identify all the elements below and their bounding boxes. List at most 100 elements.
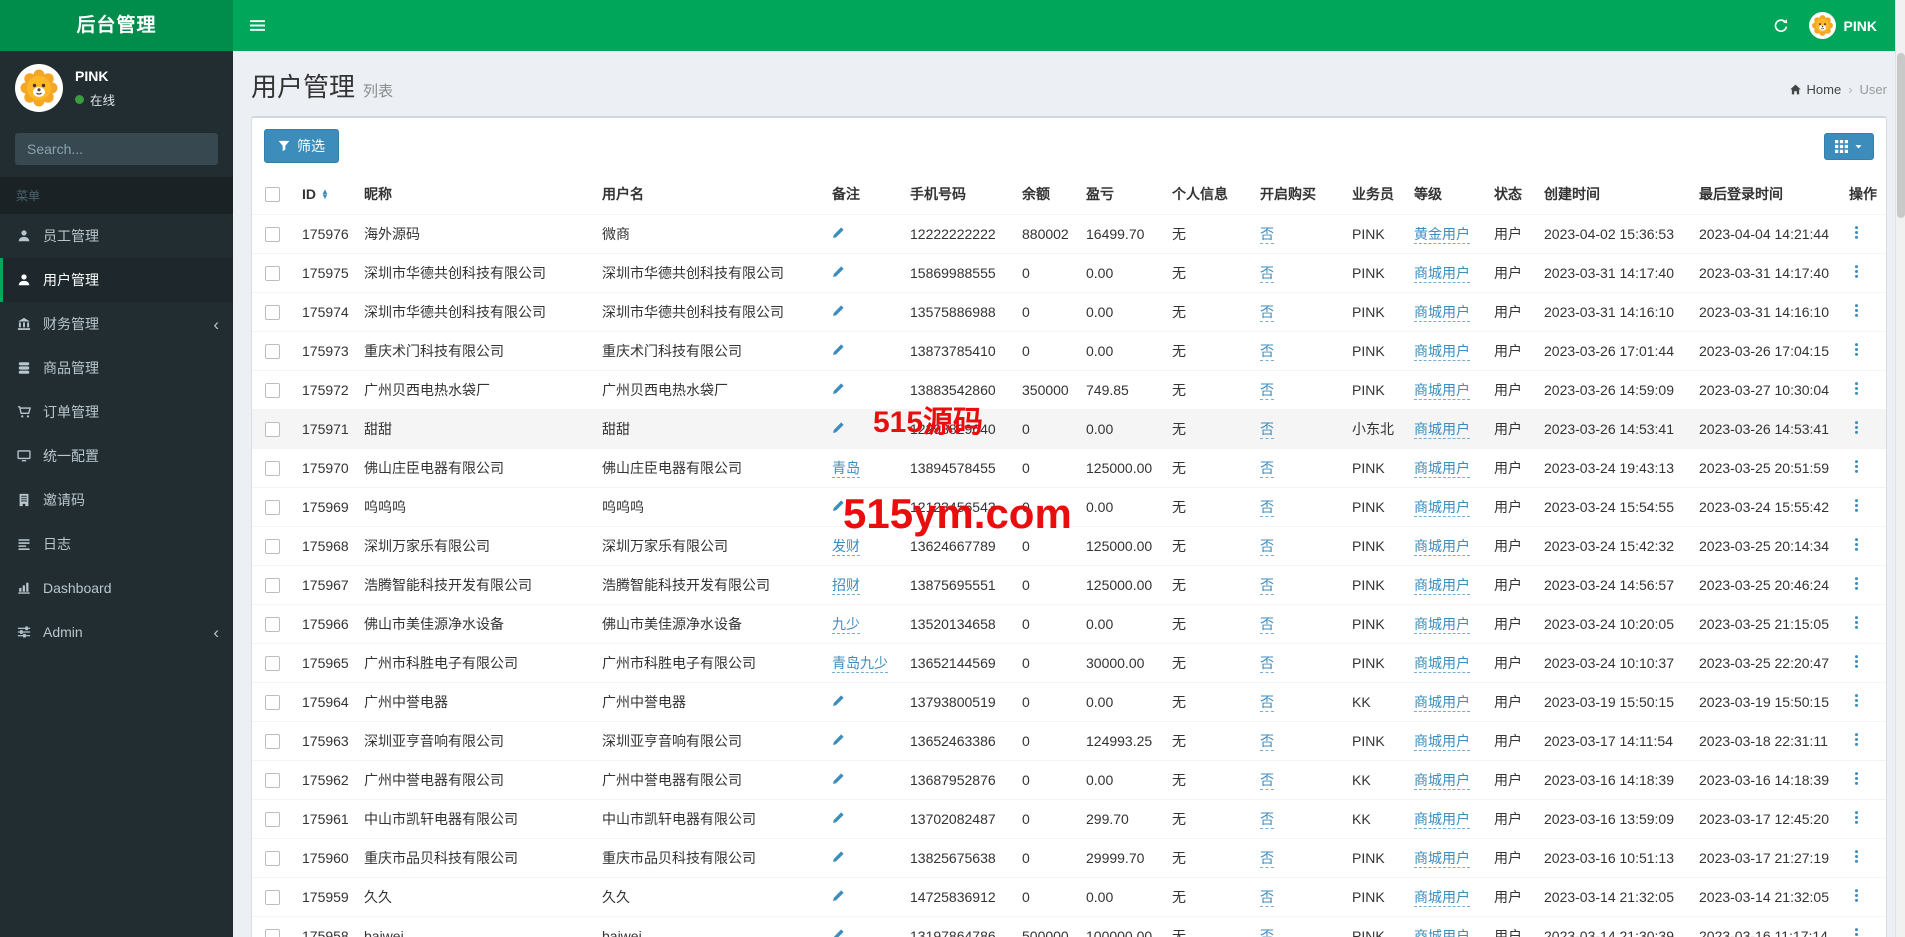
remark-link[interactable]: 青岛 <box>832 460 860 478</box>
row-checkbox[interactable] <box>265 266 280 282</box>
level-link[interactable]: 商城用户 <box>1414 616 1470 634</box>
row-checkbox[interactable] <box>265 578 280 594</box>
scrollbar-thumb[interactable] <box>1897 53 1905 218</box>
purchase-toggle-link[interactable]: 否 <box>1260 343 1274 361</box>
purchase-toggle-link[interactable]: 否 <box>1260 226 1274 244</box>
purchase-toggle-link[interactable]: 否 <box>1260 499 1274 517</box>
edit-pencil-icon[interactable] <box>832 772 845 785</box>
row-checkbox[interactable] <box>265 422 280 438</box>
row-checkbox[interactable] <box>265 695 280 711</box>
sidebar-item-日志[interactable]: 日志 <box>0 522 233 566</box>
actions-menu-icon[interactable] <box>1849 771 1864 786</box>
purchase-toggle-link[interactable]: 否 <box>1260 538 1274 556</box>
actions-menu-icon[interactable] <box>1849 381 1864 396</box>
level-link[interactable]: 商城用户 <box>1414 265 1470 283</box>
row-checkbox[interactable] <box>265 305 280 321</box>
edit-pencil-icon[interactable] <box>832 928 845 937</box>
level-link[interactable]: 商城用户 <box>1414 811 1470 829</box>
remark-link[interactable]: 青岛九少 <box>832 655 888 673</box>
edit-pencil-icon[interactable] <box>832 811 845 824</box>
edit-pencil-icon[interactable] <box>832 733 845 746</box>
sidebar-item-员工管理[interactable]: 员工管理 <box>0 214 233 258</box>
row-checkbox[interactable] <box>265 656 280 672</box>
level-link[interactable]: 商城用户 <box>1414 928 1470 937</box>
edit-pencil-icon[interactable] <box>832 850 845 863</box>
level-link[interactable]: 商城用户 <box>1414 538 1470 556</box>
sidebar-item-Dashboard[interactable]: Dashboard <box>0 566 233 610</box>
purchase-toggle-link[interactable]: 否 <box>1260 850 1274 868</box>
purchase-toggle-link[interactable]: 否 <box>1260 382 1274 400</box>
row-checkbox[interactable] <box>265 383 280 399</box>
user-menu[interactable]: PINK <box>1808 12 1877 39</box>
row-checkbox[interactable] <box>265 461 280 477</box>
edit-pencil-icon[interactable] <box>832 343 845 356</box>
row-checkbox[interactable] <box>265 929 280 937</box>
level-link[interactable]: 商城用户 <box>1414 889 1470 907</box>
actions-menu-icon[interactable] <box>1849 849 1864 864</box>
purchase-toggle-link[interactable]: 否 <box>1260 304 1274 322</box>
edit-pencil-icon[interactable] <box>832 421 845 434</box>
level-link[interactable]: 商城用户 <box>1414 772 1470 790</box>
breadcrumb-home-link[interactable]: Home <box>1789 82 1841 97</box>
actions-menu-icon[interactable] <box>1849 498 1864 513</box>
level-link[interactable]: 商城用户 <box>1414 382 1470 400</box>
sidebar-toggle-icon[interactable] <box>233 0 281 51</box>
select-all-checkbox[interactable] <box>265 187 280 203</box>
remark-link[interactable]: 发财 <box>832 538 860 556</box>
purchase-toggle-link[interactable]: 否 <box>1260 694 1274 712</box>
purchase-toggle-link[interactable]: 否 <box>1260 811 1274 829</box>
search-input[interactable] <box>15 133 218 165</box>
purchase-toggle-link[interactable]: 否 <box>1260 421 1274 439</box>
purchase-toggle-link[interactable]: 否 <box>1260 265 1274 283</box>
edit-pencil-icon[interactable] <box>832 226 845 239</box>
actions-menu-icon[interactable] <box>1849 420 1864 435</box>
level-link[interactable]: 商城用户 <box>1414 499 1470 517</box>
refresh-icon[interactable] <box>1773 18 1789 34</box>
actions-menu-icon[interactable] <box>1849 225 1864 240</box>
actions-menu-icon[interactable] <box>1849 654 1864 669</box>
actions-menu-icon[interactable] <box>1849 342 1864 357</box>
sidebar-item-Admin[interactable]: Admin ‹ <box>0 610 233 654</box>
edit-pencil-icon[interactable] <box>832 382 845 395</box>
column-header-ID[interactable]: ID ▲ ▼ <box>294 174 356 215</box>
edit-pencil-icon[interactable] <box>832 265 845 278</box>
purchase-toggle-link[interactable]: 否 <box>1260 655 1274 673</box>
level-link[interactable]: 商城用户 <box>1414 577 1470 595</box>
actions-menu-icon[interactable] <box>1849 732 1864 747</box>
actions-menu-icon[interactable] <box>1849 615 1864 630</box>
level-link[interactable]: 商城用户 <box>1414 343 1470 361</box>
level-link[interactable]: 商城用户 <box>1414 733 1470 751</box>
purchase-toggle-link[interactable]: 否 <box>1260 733 1274 751</box>
actions-menu-icon[interactable] <box>1849 576 1864 591</box>
level-link[interactable]: 商城用户 <box>1414 850 1470 868</box>
row-checkbox[interactable] <box>265 851 280 867</box>
remark-link[interactable]: 招财 <box>832 577 860 595</box>
sidebar-item-商品管理[interactable]: 商品管理 <box>0 346 233 390</box>
actions-menu-icon[interactable] <box>1849 888 1864 903</box>
level-link[interactable]: 商城用户 <box>1414 694 1470 712</box>
actions-menu-icon[interactable] <box>1849 537 1864 552</box>
sidebar-item-订单管理[interactable]: 订单管理 <box>0 390 233 434</box>
row-checkbox[interactable] <box>265 344 280 360</box>
level-link[interactable]: 商城用户 <box>1414 421 1470 439</box>
actions-menu-icon[interactable] <box>1849 810 1864 825</box>
edit-pencil-icon[interactable] <box>832 304 845 317</box>
purchase-toggle-link[interactable]: 否 <box>1260 577 1274 595</box>
level-link[interactable]: 黄金用户 <box>1414 226 1470 244</box>
actions-menu-icon[interactable] <box>1849 927 1864 937</box>
columns-toggle-button[interactable] <box>1824 132 1874 160</box>
row-checkbox[interactable] <box>265 773 280 789</box>
level-link[interactable]: 商城用户 <box>1414 460 1470 478</box>
purchase-toggle-link[interactable]: 否 <box>1260 889 1274 907</box>
remark-link[interactable]: 九少 <box>832 616 860 634</box>
purchase-toggle-link[interactable]: 否 <box>1260 460 1274 478</box>
edit-pencil-icon[interactable] <box>832 889 845 902</box>
row-checkbox[interactable] <box>265 227 280 243</box>
actions-menu-icon[interactable] <box>1849 459 1864 474</box>
actions-menu-icon[interactable] <box>1849 693 1864 708</box>
level-link[interactable]: 商城用户 <box>1414 655 1470 673</box>
filter-button[interactable]: 筛选 <box>264 129 339 163</box>
row-checkbox[interactable] <box>265 539 280 555</box>
actions-menu-icon[interactable] <box>1849 303 1864 318</box>
level-link[interactable]: 商城用户 <box>1414 304 1470 322</box>
